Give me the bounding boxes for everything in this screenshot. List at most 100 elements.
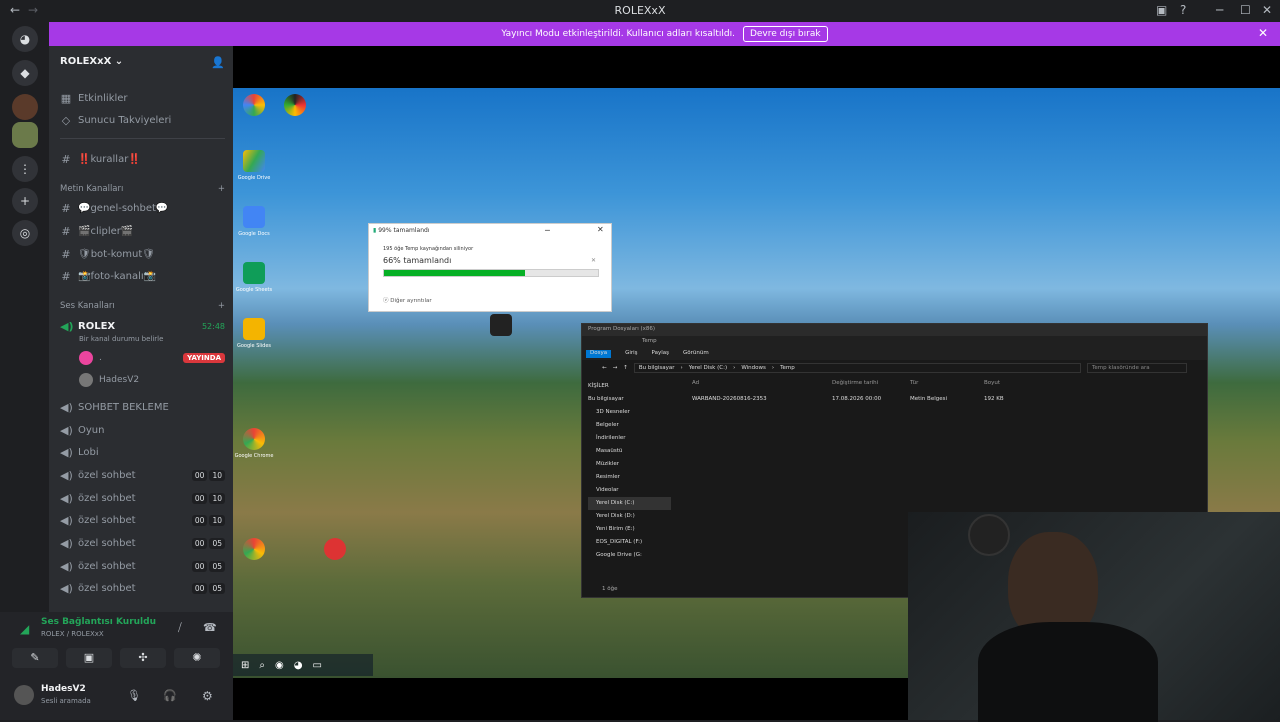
channel-rules[interactable]: # ‼️kurallar‼️ bbox=[60, 150, 225, 168]
voice-channel[interactable]: ◀) özel sohbet 00 05 bbox=[60, 557, 225, 575]
more-details-button[interactable]: ⓥ Diğer ayrıntılar bbox=[383, 296, 432, 304]
minimize-button[interactable]: ─ bbox=[1216, 3, 1223, 17]
voice-channel[interactable]: ◀) özel sohbet 00 05 bbox=[60, 534, 225, 552]
gear-icon[interactable]: ⚙ bbox=[202, 689, 213, 703]
text-channel[interactable]: # 💬genel-sohbet💬 bbox=[60, 199, 225, 217]
col-type[interactable]: Tür bbox=[910, 380, 984, 386]
table-row[interactable]: WARBAND-20260816-2353 17.08.2026 00:00 M… bbox=[692, 396, 1112, 402]
windows-start-icon[interactable]: ⊞ bbox=[241, 660, 249, 671]
nav-item[interactable]: Resimler bbox=[588, 471, 671, 484]
voice-channel[interactable]: ◀) Lobi bbox=[60, 443, 225, 461]
desktop-icon[interactable] bbox=[234, 94, 274, 119]
microphone-icon[interactable]: 🎙 bbox=[127, 689, 141, 702]
desktop-icon[interactable]: Google Drive bbox=[234, 150, 274, 181]
text-channel[interactable]: # 🎬clipler🎬 bbox=[60, 222, 225, 240]
close-icon[interactable]: ✕ bbox=[597, 225, 604, 234]
nav-item[interactable]: KİŞİLER bbox=[588, 380, 671, 393]
forward-arrow-icon[interactable]: → bbox=[613, 365, 618, 371]
voice-channel[interactable]: ◀) özel sohbet 00 05 bbox=[60, 579, 225, 597]
server-name[interactable]: ROLEXxX ⌄ bbox=[60, 56, 123, 67]
desktop-icon[interactable]: Google Slides bbox=[234, 318, 274, 349]
nav-item[interactable]: Bu bilgisayar bbox=[588, 393, 671, 406]
text-category[interactable]: Metin Kanalları + bbox=[60, 184, 225, 194]
nav-item[interactable]: İndirilenler bbox=[588, 432, 671, 445]
voice-user[interactable]: . YAYINDA bbox=[79, 351, 225, 365]
inbox-icon[interactable]: ▣ bbox=[1156, 3, 1167, 17]
voice-category[interactable]: Ses Kanalları + bbox=[60, 301, 225, 311]
headphones-icon[interactable]: 🎧 bbox=[163, 689, 177, 702]
desktop-icon[interactable]: Google Sheets bbox=[234, 262, 274, 293]
nav-item[interactable]: EOS_DIGITAL (F:) bbox=[588, 536, 671, 549]
help-icon[interactable]: ? bbox=[1180, 3, 1186, 17]
username[interactable]: HadesV2 bbox=[41, 684, 86, 694]
invite-icon[interactable]: 👤 bbox=[211, 56, 225, 69]
voice-channel[interactable]: ◀) SOHBET BEKLEME bbox=[60, 398, 225, 416]
soundboard-icon[interactable]: ✺ bbox=[174, 648, 220, 668]
breadcrumb[interactable]: Bu bilgisayar › Yerel Disk (C:) › Windows › Te… bbox=[633, 363, 1081, 373]
voice-channel[interactable]: ◀) özel sohbet 00 10 bbox=[60, 466, 225, 484]
close-banner-icon[interactable]: ✕ bbox=[1258, 26, 1268, 40]
desktop-icon[interactable] bbox=[481, 314, 521, 339]
discord-icon[interactable]: ◕ bbox=[294, 660, 303, 671]
nav-item[interactable]: Müzikler bbox=[588, 458, 671, 471]
nav-item[interactable]: Yerel Disk (C:) bbox=[588, 497, 671, 510]
cancel-icon[interactable]: ✕ bbox=[591, 257, 596, 264]
search-icon[interactable]: ⌕ bbox=[259, 660, 265, 671]
search-input[interactable]: Temp klasöründe ara bbox=[1087, 363, 1187, 373]
back-arrow-icon[interactable]: ← bbox=[602, 365, 607, 371]
up-arrow-icon[interactable]: ↑ bbox=[623, 365, 628, 371]
voice-channel[interactable]: ◀) Oyun bbox=[60, 421, 225, 439]
col-name[interactable]: Ad bbox=[692, 380, 832, 386]
add-channel-icon[interactable]: + bbox=[218, 184, 225, 194]
voice-user[interactable]: HadesV2 bbox=[79, 373, 139, 387]
connection-sub[interactable]: ROLEX / ROLEXxX bbox=[41, 630, 104, 638]
text-channel[interactable]: # 📸foto-kanalı📸 bbox=[60, 267, 225, 285]
disconnect-icon[interactable]: ☎ bbox=[203, 621, 217, 634]
disable-streamer-mode-button[interactable]: Devre dışı bırak bbox=[742, 26, 828, 42]
activities-icon[interactable]: ✣ bbox=[120, 648, 166, 668]
camera-off-icon[interactable]: ✎ bbox=[12, 648, 58, 668]
boosts-item[interactable]: ◇ Sunucu Takviyeleri bbox=[60, 111, 225, 129]
nav-item[interactable]: Google Drive (G: bbox=[588, 549, 671, 562]
text-channel[interactable]: # 🛡bot-komut🛡 bbox=[60, 245, 225, 263]
maximize-button[interactable]: ☐ bbox=[1240, 3, 1251, 17]
discord-home-icon[interactable]: ◕ bbox=[12, 26, 38, 52]
tab-giris[interactable]: Giriş bbox=[625, 350, 637, 358]
add-server-icon[interactable]: + bbox=[12, 188, 38, 214]
avatar[interactable] bbox=[14, 685, 34, 705]
add-channel-icon[interactable]: + bbox=[218, 301, 225, 311]
desktop-icon[interactable] bbox=[315, 538, 355, 563]
voice-channel[interactable]: ◀) özel sohbet 00 10 bbox=[60, 511, 225, 529]
col-size[interactable]: Boyut bbox=[984, 380, 1000, 386]
events-item[interactable]: ▦ Etkinlikler bbox=[60, 89, 225, 107]
channel-status[interactable]: Bir kanal durumu belirle bbox=[79, 335, 163, 343]
tab-dosya[interactable]: Dosya bbox=[586, 350, 612, 358]
connection-title[interactable]: Ses Bağlantısı Kuruldu bbox=[41, 617, 156, 627]
nav-item[interactable]: Videolar bbox=[588, 484, 671, 497]
nav-item[interactable]: Masaüstü bbox=[588, 445, 671, 458]
voice-channel[interactable]: ◀) özel sohbet 00 10 bbox=[60, 489, 225, 507]
folder-icon[interactable]: ▭ bbox=[312, 660, 321, 671]
nav-item[interactable]: Yeni Birim (E:) bbox=[588, 523, 671, 536]
tab-gorunum[interactable]: Görünüm bbox=[683, 350, 709, 358]
screen-share-icon[interactable]: ▣ bbox=[66, 648, 112, 668]
chrome-icon[interactable]: ◉ bbox=[275, 660, 284, 671]
discover-icon[interactable]: ◎ bbox=[12, 220, 38, 246]
more-icon[interactable]: ⋮ bbox=[12, 156, 38, 182]
col-date[interactable]: Değiştirme tarihi bbox=[832, 380, 910, 386]
noise-suppression-icon[interactable]: ⧸ bbox=[178, 621, 182, 635]
nitro-icon[interactable]: ◆ bbox=[12, 60, 38, 86]
nav-item[interactable]: Belgeler bbox=[588, 419, 671, 432]
close-window-button[interactable]: ✕ bbox=[1262, 3, 1272, 17]
active-voice-channel[interactable]: ◀) ROLEX 52:48 bbox=[60, 317, 225, 335]
server-avatar-rolex[interactable] bbox=[12, 122, 38, 148]
tab-paylas[interactable]: Paylaş bbox=[652, 350, 669, 358]
nav-item[interactable]: 3D Nesneler bbox=[588, 406, 671, 419]
minimize-button[interactable]: ─ bbox=[545, 226, 550, 235]
desktop-icon[interactable]: Google Chrome bbox=[234, 428, 274, 459]
desktop-icon[interactable]: Google Docs bbox=[234, 206, 274, 237]
signal-icon[interactable]: ◢ bbox=[20, 622, 29, 636]
nav-item[interactable]: Yerel Disk (D:) bbox=[588, 510, 671, 523]
desktop-icon[interactable] bbox=[234, 538, 274, 563]
desktop-icon[interactable] bbox=[275, 94, 315, 119]
